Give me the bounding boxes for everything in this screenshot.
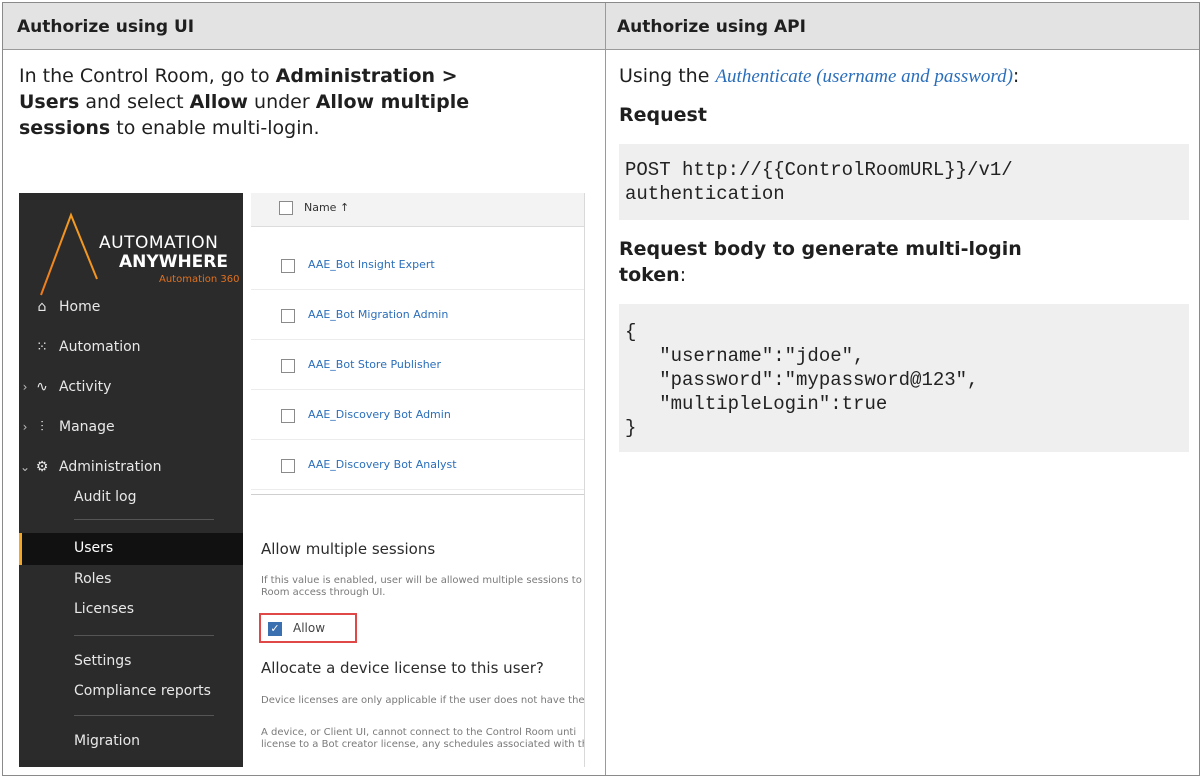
chevron-right-icon: › bbox=[22, 380, 28, 394]
list-item: AAE_Bot Migration Admin bbox=[251, 290, 584, 340]
sub-users[interactable]: Users bbox=[74, 540, 113, 556]
chevron-right-icon: › bbox=[22, 420, 28, 434]
nav-administration[interactable]: ⌄ ⚙ Administration bbox=[19, 455, 243, 479]
divider bbox=[74, 519, 214, 520]
sidebar: AUTOMATION ANYWHERE Automation 360 ⌂ Hom… bbox=[19, 193, 243, 767]
code-line: } bbox=[625, 417, 637, 439]
request-body-code-block: { "username":"jdoe", "password":"mypassw… bbox=[619, 304, 1189, 452]
header-ui: Authorize using UI bbox=[17, 17, 195, 37]
bold-allow: Allow bbox=[189, 91, 248, 113]
text: under bbox=[247, 91, 316, 113]
column-divider bbox=[605, 3, 606, 775]
api-instructions: Using the Authenticate (username and pas… bbox=[619, 63, 1189, 452]
nav-activity[interactable]: › ∿ Activity bbox=[19, 375, 243, 399]
nav-label: Home bbox=[59, 299, 101, 315]
sub-audit-log[interactable]: Audit log bbox=[74, 489, 137, 505]
role-name: AAE_Discovery Bot Admin bbox=[308, 408, 451, 421]
header-api: Authorize using API bbox=[617, 17, 806, 37]
code-line: authentication bbox=[625, 183, 785, 205]
bold-sessions: sessions bbox=[19, 117, 111, 139]
device-license-title: Allocate a device license to this user? bbox=[261, 659, 544, 677]
allow-label: Allow bbox=[293, 621, 326, 635]
divider bbox=[74, 635, 214, 636]
list-item: AAE_Bot Insight Expert bbox=[251, 240, 584, 290]
select-all-checkbox[interactable] bbox=[279, 201, 293, 215]
code-line: { bbox=[625, 321, 637, 343]
text: token bbox=[619, 264, 680, 286]
comparison-table: Authorize using UI Authorize using API I… bbox=[2, 2, 1200, 776]
text: Request body to generate multi-login bbox=[619, 238, 1022, 260]
table-header: Authorize using UI Authorize using API bbox=[3, 3, 1199, 50]
activity-icon: ∿ bbox=[36, 379, 48, 395]
role-name: AAE_Discovery Bot Analyst bbox=[308, 458, 457, 471]
manage-icon: ⫶ bbox=[40, 419, 44, 435]
text-line: license to a Bot creator license, any sc… bbox=[261, 739, 585, 750]
text: : bbox=[1012, 65, 1020, 87]
bold-allow-multiple: Allow multiple bbox=[315, 91, 470, 113]
bold-administration: Administration > bbox=[275, 65, 458, 87]
row-checkbox[interactable] bbox=[281, 359, 295, 373]
row-checkbox[interactable] bbox=[281, 309, 295, 323]
logo-text-automation: AUTOMATION bbox=[99, 233, 219, 253]
text: In the Control Room, go to bbox=[19, 65, 276, 87]
users-panel: Name ↑ AAE_Bot Insight Expert AAE_Bot Mi… bbox=[243, 193, 584, 767]
home-icon: ⌂ bbox=[37, 299, 47, 315]
nav-label: Automation bbox=[59, 339, 141, 355]
gear-icon: ⚙ bbox=[35, 459, 49, 475]
ui-instructions: In the Control Room, go to Administratio… bbox=[19, 63, 589, 141]
nav-label: Administration bbox=[59, 459, 162, 475]
text: and select bbox=[79, 91, 190, 113]
bold-users: Users bbox=[19, 91, 80, 113]
automation-anywhere-logo-icon bbox=[40, 212, 98, 296]
list-item: AAE_Bot Store Publisher bbox=[251, 340, 584, 390]
authenticate-link[interactable]: Authenticate (username and password) bbox=[715, 66, 1012, 87]
request-heading: Request bbox=[619, 104, 707, 126]
selected-indicator bbox=[19, 533, 243, 565]
code-line: "username":"jdoe", bbox=[625, 345, 865, 367]
device-license-desc-2: A device, or Client UI, cannot connect t… bbox=[261, 727, 585, 751]
logo-text-anywhere: ANYWHERE bbox=[119, 252, 228, 272]
nav-home[interactable]: ⌂ Home bbox=[19, 295, 243, 319]
nav-manage[interactable]: › ⫶ Manage bbox=[19, 415, 243, 439]
column-name-header[interactable]: Name ↑ bbox=[304, 201, 349, 214]
request-body-heading: Request body to generate multi-login toke… bbox=[619, 236, 1189, 288]
sub-compliance-reports[interactable]: Compliance reports bbox=[74, 683, 211, 699]
chevron-down-icon: ⌄ bbox=[19, 460, 31, 474]
divider bbox=[74, 715, 214, 716]
row-checkbox[interactable] bbox=[281, 459, 295, 473]
device-license-desc-1: Device licenses are only applicable if t… bbox=[261, 695, 585, 706]
role-name: AAE_Bot Migration Admin bbox=[308, 308, 449, 321]
sub-migration[interactable]: Migration bbox=[74, 733, 140, 749]
nav-label: Manage bbox=[59, 419, 115, 435]
role-name: AAE_Bot Insight Expert bbox=[308, 258, 435, 271]
allow-multiple-sessions-desc: If this value is enabled, user will be a… bbox=[261, 575, 585, 598]
code-line: "multipleLogin":true bbox=[625, 393, 888, 415]
allow-multiple-sessions-title: Allow multiple sessions bbox=[261, 540, 436, 558]
list-item: AAE_Discovery Bot Admin bbox=[251, 390, 584, 440]
text-line: A device, or Client UI, cannot connect t… bbox=[261, 727, 577, 738]
row-checkbox[interactable] bbox=[281, 409, 295, 423]
row-checkbox[interactable] bbox=[281, 259, 295, 273]
api-intro: Using the Authenticate (username and pas… bbox=[619, 63, 1189, 90]
text: : bbox=[679, 264, 687, 286]
nav-automation[interactable]: ⁙ Automation bbox=[19, 335, 243, 359]
sub-licenses[interactable]: Licenses bbox=[74, 601, 134, 617]
text: Using the bbox=[619, 65, 716, 87]
sub-roles[interactable]: Roles bbox=[74, 571, 111, 587]
nav-label: Activity bbox=[59, 379, 112, 395]
control-room-screenshot: AUTOMATION ANYWHERE Automation 360 ⌂ Hom… bbox=[19, 193, 585, 767]
list-item: AAE_Discovery Bot Analyst bbox=[251, 440, 584, 490]
allow-checkbox[interactable]: ✓ bbox=[268, 622, 282, 636]
automation-icon: ⁙ bbox=[36, 339, 48, 355]
request-code-block: POST http://{{ControlRoomURL}}/v1/authen… bbox=[619, 144, 1189, 220]
list-header: Name ↑ bbox=[251, 193, 584, 227]
roles-list: Name ↑ AAE_Bot Insight Expert AAE_Bot Mi… bbox=[251, 193, 584, 495]
text: to enable multi-login. bbox=[110, 117, 320, 139]
code-line: POST http://{{ControlRoomURL}}/v1/ bbox=[625, 159, 1013, 181]
logo-text-product: Automation 360 bbox=[159, 274, 240, 285]
role-name: AAE_Bot Store Publisher bbox=[308, 358, 441, 371]
sub-settings[interactable]: Settings bbox=[74, 653, 131, 669]
code-line: "password":"mypassword@123", bbox=[625, 369, 979, 391]
allow-highlight: ✓ Allow bbox=[259, 613, 357, 643]
